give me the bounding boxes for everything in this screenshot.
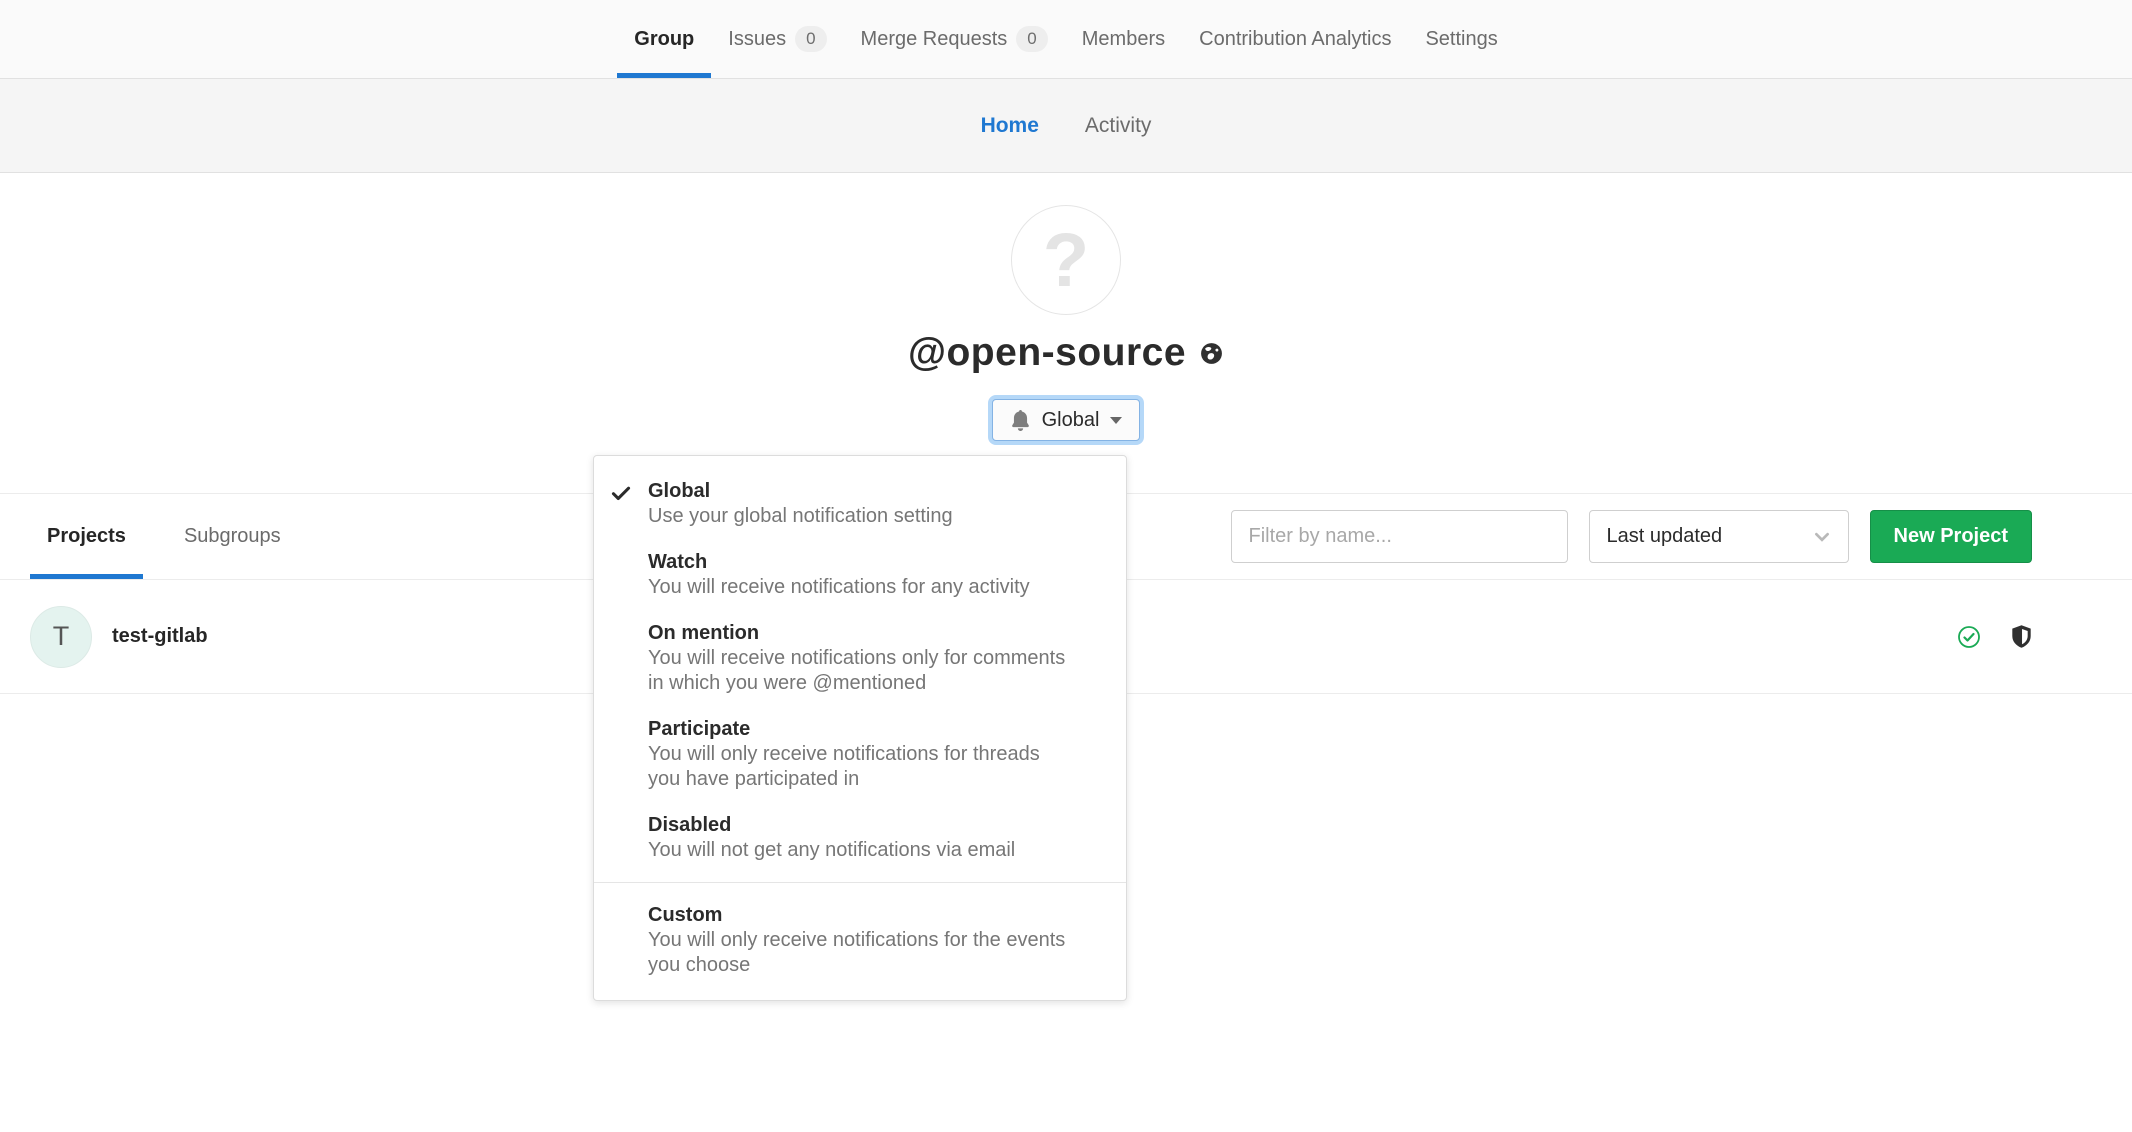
public-globe-icon (1199, 341, 1224, 366)
tab-group[interactable]: Group (617, 0, 711, 78)
tab-issues-label: Issues (728, 28, 786, 51)
chevron-down-icon (1813, 528, 1831, 546)
notification-dropdown-menu: Global Use your global notification sett… (593, 455, 1127, 1001)
scope-nav-home[interactable]: Home (981, 114, 1039, 138)
notification-option-global[interactable]: Global Use your global notification sett… (594, 468, 1126, 539)
notification-level-label: Global (1042, 409, 1100, 432)
notification-option-title: Disabled (648, 812, 1066, 838)
notification-option-disabled[interactable]: Disabled You will not get any notificati… (594, 802, 1126, 873)
filter-by-name-input[interactable] (1231, 510, 1568, 563)
tab-contribution-analytics-label: Contribution Analytics (1199, 28, 1391, 51)
bell-icon (1010, 410, 1031, 431)
tab-projects-label: Projects (47, 525, 126, 548)
notification-option-custom[interactable]: Custom You will only receive notificatio… (594, 892, 1126, 988)
notification-option-description: You will only receive notifications for … (648, 742, 1066, 792)
merge-requests-count-badge: 0 (1016, 26, 1047, 52)
group-avatar: ? (1011, 205, 1121, 315)
notification-option-watch[interactable]: Watch You will receive notifications for… (594, 539, 1126, 610)
tab-group-label: Group (634, 28, 694, 51)
notification-option-description: You will receive notifications only for … (648, 646, 1066, 696)
notification-option-description: You will receive notifications for any a… (648, 575, 1066, 600)
dropdown-divider (594, 882, 1126, 883)
group-title: @open-source (0, 331, 2132, 375)
project-name-link[interactable]: test-gitlab (112, 625, 208, 648)
tab-issues[interactable]: Issues 0 (711, 0, 843, 78)
new-project-button[interactable]: New Project (1870, 510, 2032, 563)
group-name: @open-source (908, 331, 1186, 375)
tab-subgroups-label: Subgroups (184, 525, 281, 548)
scope-nav-activity[interactable]: Activity (1085, 114, 1152, 138)
caret-down-icon (1110, 417, 1122, 424)
group-avatar-placeholder: ? (1043, 217, 1089, 304)
notification-option-participate[interactable]: Participate You will only receive notifi… (594, 706, 1126, 802)
sort-selected-label: Last updated (1607, 525, 1723, 548)
notification-option-on-mention[interactable]: On mention You will receive notification… (594, 610, 1126, 706)
notification-option-description: Use your global notification setting (648, 504, 1066, 529)
project-avatar-initial: T (53, 621, 70, 652)
tab-contribution-analytics[interactable]: Contribution Analytics (1182, 0, 1408, 78)
check-icon (610, 482, 632, 504)
notification-option-title: Watch (648, 549, 1066, 575)
visibility-internal-shield-icon (2011, 625, 2032, 649)
pipeline-status-passed-icon[interactable] (1957, 625, 1981, 649)
notification-option-description: You will not get any notifications via e… (648, 838, 1066, 863)
group-header: ? @open-source Global (0, 173, 2132, 494)
tab-members[interactable]: Members (1065, 0, 1182, 78)
scope-nav: Home Activity (0, 78, 2132, 173)
tab-subgroups[interactable]: Subgroups (167, 494, 298, 579)
notification-option-description: You will only receive notifications for … (648, 928, 1066, 978)
notification-option-title: Participate (648, 716, 1066, 742)
notification-option-title: Global (648, 478, 1066, 504)
tab-merge-requests[interactable]: Merge Requests 0 (844, 0, 1065, 78)
tab-merge-requests-label: Merge Requests (861, 28, 1008, 51)
notification-option-title: On mention (648, 620, 1066, 646)
project-avatar: T (30, 606, 92, 668)
tab-settings-label: Settings (1425, 28, 1497, 51)
issues-count-badge: 0 (795, 26, 826, 52)
tab-projects[interactable]: Projects (30, 494, 143, 579)
sort-dropdown[interactable]: Last updated (1589, 510, 1849, 563)
tab-settings[interactable]: Settings (1408, 0, 1514, 78)
notification-option-title: Custom (648, 902, 1066, 928)
notification-dropdown-button[interactable]: Global (992, 399, 1141, 441)
group-top-nav: Group Issues 0 Merge Requests 0 Members … (0, 0, 2132, 78)
tab-members-label: Members (1082, 28, 1165, 51)
